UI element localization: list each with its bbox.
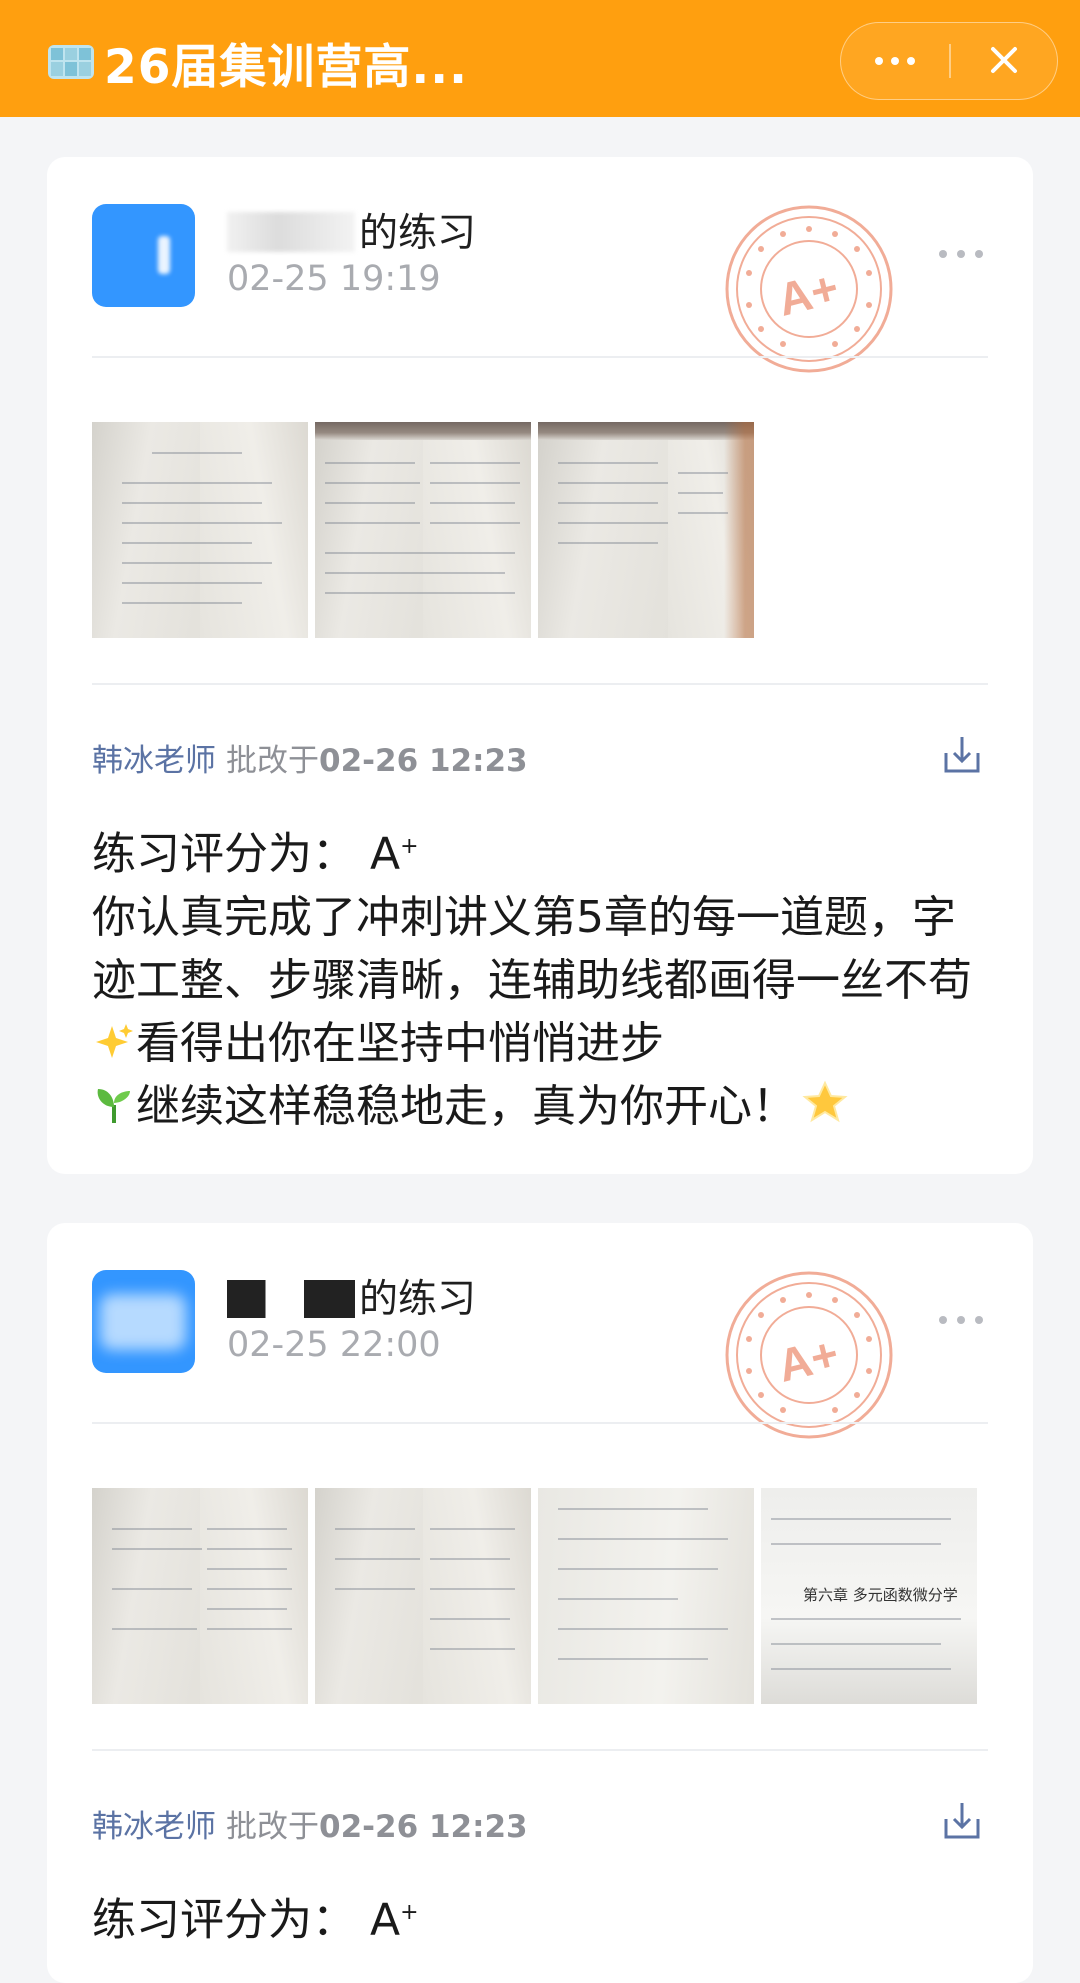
svg-text:A+: A+ xyxy=(773,261,844,326)
divider xyxy=(92,683,988,685)
page-title: 26届集训营高... xyxy=(104,40,468,95)
photo-thumbnail[interactable] xyxy=(538,422,754,638)
glowing-star-icon xyxy=(802,1080,848,1122)
a-plus-stamp-icon: A+ xyxy=(725,1271,893,1439)
review-info: 韩冰老师 批改于02-26 12:23 xyxy=(92,735,528,780)
practice-card[interactable]: 的练习 02-25 22:00 A+ 第六章 多元函数微分学 韩冰老师 批改于0… xyxy=(47,1223,1033,1983)
task-title: 的练习 xyxy=(227,202,476,258)
more-dots-icon[interactable] xyxy=(841,23,949,98)
task-time: 02-25 22:00 xyxy=(227,1325,441,1365)
review-time: 02-26 12:23 xyxy=(319,1809,528,1845)
seedling-icon xyxy=(97,1088,130,1123)
review-comment: 练习评分为： A+ xyxy=(92,1881,992,1952)
avatar-blur xyxy=(100,1294,186,1350)
card-more-icon[interactable] xyxy=(939,250,983,264)
review-label: 批改于 xyxy=(226,1809,319,1845)
divider xyxy=(92,356,988,358)
practice-card[interactable]: 的练习 02-25 19:19 A+ 韩冰老师 批改于02-26 12:23 练… xyxy=(47,157,1033,1174)
avatar[interactable] xyxy=(92,1270,195,1373)
redacted-name xyxy=(227,1280,355,1318)
chapter-title: 第六章 多元函数微分学 xyxy=(803,1586,958,1604)
teacher-name[interactable]: 韩冰老师 xyxy=(92,743,216,779)
teacher-name[interactable]: 韩冰老师 xyxy=(92,1809,216,1845)
avatar[interactable] xyxy=(92,204,195,307)
divider xyxy=(92,1422,988,1424)
task-time: 02-25 19:19 xyxy=(227,259,441,299)
photo-thumbnail[interactable] xyxy=(92,422,308,638)
photo-thumbnail[interactable] xyxy=(538,1488,754,1704)
photo-grid: 第六章 多元函数微分学 xyxy=(92,1488,984,1704)
download-icon[interactable] xyxy=(940,1799,984,1843)
svg-text:A+: A+ xyxy=(773,1327,844,1392)
a-plus-stamp-icon: A+ xyxy=(725,205,893,373)
card-more-icon[interactable] xyxy=(939,1316,983,1330)
photo-thumbnail[interactable] xyxy=(315,1488,531,1704)
mini-program-header: 26届集训营高... xyxy=(0,0,1080,117)
review-label: 批改于 xyxy=(226,743,319,779)
capsule-menu xyxy=(840,22,1058,100)
close-icon[interactable] xyxy=(951,23,1059,98)
redacted-name xyxy=(227,212,355,252)
photo-grid xyxy=(92,422,761,638)
sparkles-icon xyxy=(96,1023,133,1058)
photo-thumbnail[interactable]: 第六章 多元函数微分学 xyxy=(761,1488,977,1704)
photo-thumbnail[interactable] xyxy=(315,422,531,638)
review-time: 02-26 12:23 xyxy=(319,743,528,779)
divider xyxy=(92,1749,988,1751)
review-comment: 练习评分为： A+ 你认真完成了冲刺讲义第5章的每一道题，字迹工整、步骤清晰，连… xyxy=(92,815,992,1138)
score-line: 练习评分为： A+ xyxy=(92,828,419,880)
review-info: 韩冰老师 批改于02-26 12:23 xyxy=(92,1801,528,1846)
avatar-blur xyxy=(158,236,170,274)
score-line: 练习评分为： A+ xyxy=(92,1894,419,1946)
task-title: 的练习 xyxy=(227,1268,476,1324)
photo-thumbnail[interactable] xyxy=(92,1488,308,1704)
download-icon[interactable] xyxy=(940,733,984,777)
app-logo-icon xyxy=(48,45,94,79)
